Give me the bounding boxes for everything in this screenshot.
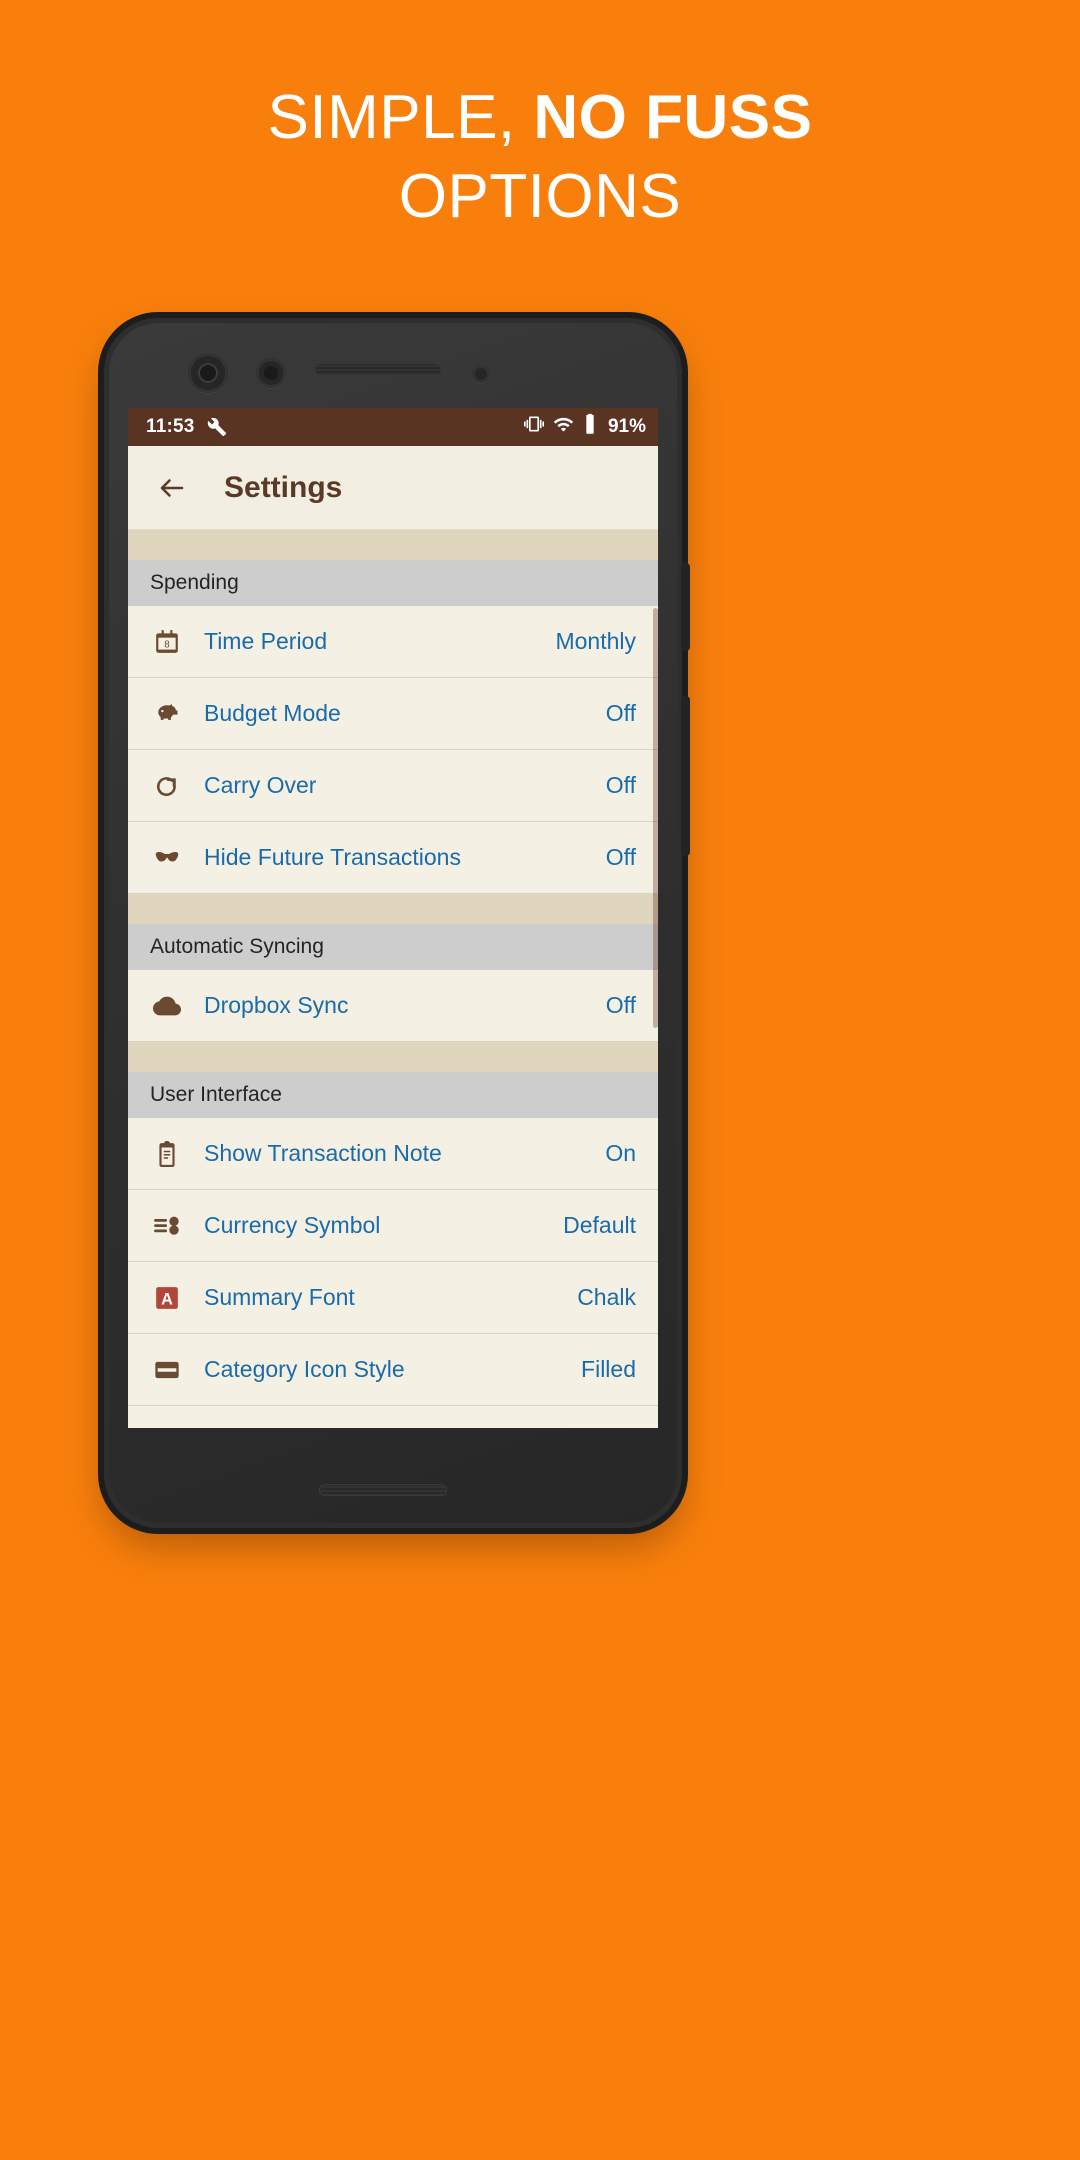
setting-label: Carry Over (204, 772, 317, 798)
phone-screen: 11:53 91% Settings Spending 8 Time Perio… (128, 408, 658, 1428)
setting-row-category-icon-style[interactable]: Category Icon Style Filled (128, 1334, 658, 1406)
setting-row-show-transaction-note[interactable]: Show Transaction Note On (128, 1118, 658, 1190)
setting-label: Summary Font (204, 1284, 355, 1310)
back-arrow-icon[interactable] (154, 470, 190, 506)
setting-label: Show Transaction Note (204, 1140, 442, 1166)
headline-line-2: OPTIONS (398, 162, 682, 232)
setting-value: On (605, 1140, 636, 1166)
setting-value: Chalk (577, 1284, 636, 1310)
setting-row-dropbox-sync[interactable]: Dropbox Sync Off (128, 970, 658, 1042)
setting-label: Currency Symbol (204, 1212, 381, 1238)
coins-icon (150, 1209, 184, 1243)
app-bar: Settings (128, 446, 658, 530)
phone-device: 11:53 91% Settings Spending 8 Time Perio… (104, 318, 690, 1528)
setting-row-tabs-position[interactable]: Tabs Position Top (128, 1406, 658, 1428)
page-title: Settings (224, 470, 343, 504)
setting-row-currency-symbol[interactable]: Currency Symbol Default (128, 1190, 658, 1262)
calendar-icon: 8 (150, 625, 184, 659)
setting-label: Category Icon Style (204, 1356, 405, 1382)
carry-over-icon (150, 769, 184, 803)
group-header-automatic-syncing: Automatic Syncing (128, 924, 658, 970)
sensor-icon (256, 358, 286, 388)
headline-line-1: SIMPLE, NO FUSS (0, 78, 1080, 157)
earpiece-speaker (314, 363, 442, 376)
setting-value: Off (605, 844, 636, 870)
setting-label: Budget Mode (204, 700, 341, 726)
setting-row-carry-over[interactable]: Carry Over Off (128, 750, 658, 822)
category-icon (150, 1353, 184, 1387)
volume-button[interactable] (681, 696, 690, 856)
battery-percent: 91% (607, 416, 646, 437)
svg-text:A: A (161, 1290, 173, 1308)
bottom-speaker (319, 1484, 447, 1496)
setting-value: Monthly (555, 628, 636, 654)
setting-value: Default (563, 1212, 636, 1238)
front-camera-icon (188, 353, 228, 393)
tabs-icon (150, 1425, 184, 1429)
setting-row-hide-future-transactions[interactable]: Hide Future Transactions Off (128, 822, 658, 894)
setting-value: Off (605, 992, 636, 1018)
font-icon: A (150, 1281, 184, 1315)
group-header-spending: Spending (128, 560, 658, 606)
setting-value: Filled (581, 1356, 636, 1382)
settings-list[interactable]: Spending 8 Time Period Monthly Budget Mo… (128, 530, 658, 1428)
wifi-icon (553, 414, 574, 441)
setting-label: Hide Future Transactions (204, 844, 461, 870)
setting-label: Dropbox Sync (204, 992, 349, 1018)
marketing-headline: SIMPLE, NO FUSS OPTIONS (0, 78, 1080, 237)
cloud-icon (150, 989, 184, 1023)
group-header-user-interface: User Interface (128, 1072, 658, 1118)
section-gap (128, 1042, 658, 1072)
status-bar: 11:53 91% (128, 408, 658, 446)
proximity-sensor-icon (472, 365, 490, 383)
headline-bold-text: NO FUSS (533, 83, 813, 152)
setting-label: Time Period (204, 628, 328, 654)
setting-row-time-period[interactable]: 8 Time Period Monthly (128, 606, 658, 678)
setting-value: Off (605, 772, 636, 798)
scrollbar[interactable] (653, 608, 658, 1028)
note-icon (150, 1137, 184, 1171)
piggy-bank-icon (150, 697, 184, 731)
wrench-icon (207, 417, 227, 437)
vibrate-icon (523, 414, 544, 440)
svg-text:8: 8 (164, 639, 169, 650)
status-bar-time: 11:53 (146, 416, 195, 437)
power-button[interactable] (681, 563, 690, 651)
status-bar-icons: 91% (523, 413, 646, 441)
section-gap (128, 894, 658, 924)
setting-row-budget-mode[interactable]: Budget Mode Off (128, 678, 658, 750)
setting-row-summary-font[interactable]: A Summary Font Chalk (128, 1262, 658, 1334)
battery-icon (583, 413, 597, 441)
section-gap (128, 530, 658, 560)
headline-light-text: SIMPLE, (267, 83, 534, 152)
setting-value: Off (605, 700, 636, 726)
mask-icon (150, 841, 184, 875)
